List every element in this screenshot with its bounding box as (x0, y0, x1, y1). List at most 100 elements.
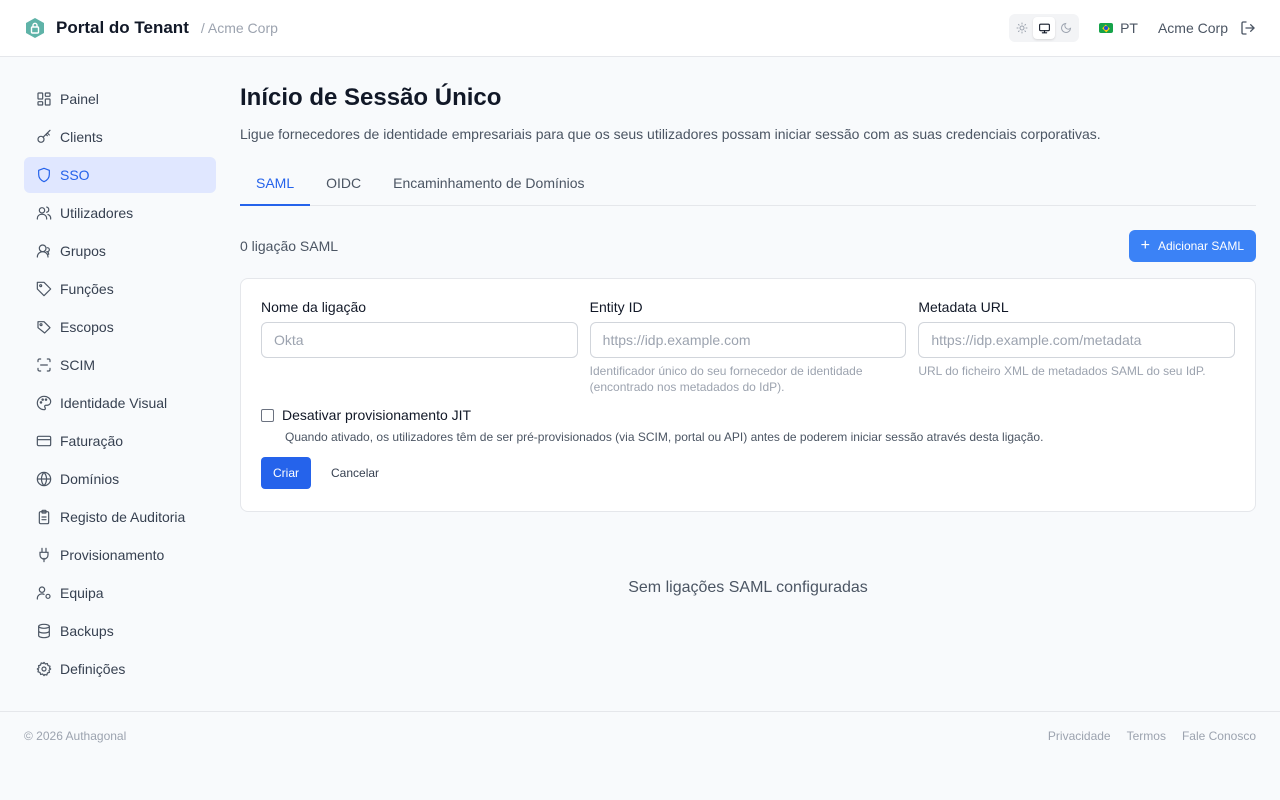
sidebar-item-label: Faturação (60, 433, 124, 449)
gear-icon (36, 661, 52, 677)
plus-icon: + (1140, 237, 1150, 254)
group-icon (36, 243, 52, 259)
credit-card-icon (36, 433, 52, 449)
sidebar-item-label: Definições (60, 661, 126, 677)
sidebar-item-scim[interactable]: SCIM (24, 347, 216, 383)
monitor-icon[interactable] (1033, 17, 1056, 39)
plug-icon (36, 547, 52, 563)
language-label: PT (1120, 20, 1138, 36)
palette-icon (36, 395, 52, 411)
language-selector[interactable]: PT (1099, 20, 1138, 36)
metadata-url-label: Metadata URL (918, 299, 1009, 315)
sidebar-item-backups[interactable]: Backups (24, 613, 216, 649)
jit-label[interactable]: Desativar provisionamento JIT (282, 407, 471, 423)
shield-lock-icon (24, 17, 46, 39)
sidebar-item-definicoes[interactable]: Definições (24, 651, 216, 687)
add-saml-label: Adicionar SAML (1157, 239, 1244, 253)
connections-toolbar: 0 ligação SAML + Adicionar SAML (240, 230, 1256, 262)
sidebar-item-label: Clients (60, 129, 103, 145)
jit-help: Quando ativado, os utilizadores têm de s… (285, 430, 1044, 444)
jit-option: Desativar provisionamento JIT (261, 407, 1235, 423)
database-icon (36, 623, 52, 639)
sidebar-item-faturacao[interactable]: Faturação (24, 423, 216, 459)
sidebar-item-label: Grupos (60, 243, 106, 259)
entity-id-label: Entity ID (589, 299, 643, 315)
connection-count: 0 ligação SAML (240, 238, 339, 254)
sidebar-item-escopos[interactable]: Escopos (24, 309, 216, 345)
sidebar-item-label: Domínios (60, 471, 120, 487)
metadata-url-field: Metadata URL URL do ficheiro XML de meta… (918, 299, 1236, 395)
tenant-name[interactable]: Acme Corp (1158, 20, 1228, 36)
shield-icon (36, 167, 52, 183)
dashboard-icon (36, 91, 52, 107)
top-header: Portal do Tenant / Acme Corp PT Acme Cor… (0, 0, 1280, 57)
sidebar-item-provisionamento[interactable]: Provisionamento (24, 537, 216, 573)
metadata-url-input[interactable] (918, 322, 1236, 358)
sidebar-item-equipa[interactable]: Equipa (24, 575, 216, 611)
connection-name-label: Nome da ligação (261, 299, 367, 315)
tab-oidc[interactable]: OIDC (310, 166, 377, 206)
user-cog-icon (36, 585, 52, 601)
sidebar-item-label: Painel (60, 91, 99, 107)
logout-icon[interactable] (1240, 20, 1256, 36)
sidebar-item-label: Registo de Auditoria (60, 509, 186, 525)
tab-saml[interactable]: SAML (240, 166, 311, 206)
jit-checkbox[interactable] (261, 408, 274, 422)
add-saml-button[interactable]: + Adicionar SAML (1128, 230, 1256, 262)
sidebar-item-label: Utilizadores (60, 205, 134, 221)
page-description: Ligue fornecedores de identidade empresa… (240, 126, 1101, 142)
sidebar: Painel Clients SSO Utilizadores Grupos F… (0, 57, 240, 711)
sidebar-item-identidade-visual[interactable]: Identidade Visual (24, 385, 216, 421)
page-title: Início de Sessão Único (240, 84, 502, 111)
scan-icon (36, 357, 52, 373)
sidebar-item-clients[interactable]: Clients (24, 119, 216, 155)
theme-switcher (1009, 14, 1080, 42)
sidebar-item-label: Provisionamento (60, 547, 165, 563)
entity-id-input[interactable] (589, 322, 907, 358)
sidebar-item-dominios[interactable]: Domínios (24, 461, 216, 497)
app-title: Portal do Tenant (56, 18, 189, 37)
brazil-flag-icon (1099, 23, 1114, 33)
create-button[interactable]: Criar (261, 457, 311, 489)
connection-name-input[interactable] (261, 322, 578, 358)
sidebar-item-label: Funções (60, 281, 114, 297)
sidebar-item-label: Identidade Visual (60, 395, 168, 411)
tab-domain-routing[interactable]: Encaminhamento de Domínios (377, 166, 600, 206)
footer-link-contact[interactable]: Fale Conosco (1182, 729, 1256, 800)
key-icon (36, 129, 52, 145)
moon-icon[interactable] (1055, 17, 1077, 39)
sidebar-item-label: Backups (60, 623, 114, 639)
brand[interactable]: Portal do Tenant / Acme Corp (24, 17, 278, 39)
footer: © 2026 Authagonal Privacidade Termos Fal… (0, 711, 1280, 800)
footer-link-terms[interactable]: Termos (1127, 729, 1166, 800)
sidebar-item-painel[interactable]: Painel (24, 81, 216, 117)
users-icon (36, 205, 52, 221)
sidebar-item-grupos[interactable]: Grupos (24, 233, 216, 269)
entity-id-field: Entity ID Identificador único do seu for… (589, 299, 907, 395)
sidebar-item-utilizadores[interactable]: Utilizadores (24, 195, 216, 231)
main-content: Início de Sessão Único Ligue fornecedore… (240, 57, 1280, 711)
tags-icon (36, 319, 52, 335)
entity-id-help: Identificador único do seu fornecedor de… (589, 364, 863, 394)
globe-icon (36, 471, 52, 487)
sun-icon[interactable] (1011, 17, 1033, 39)
footer-link-privacy[interactable]: Privacidade (1048, 729, 1111, 800)
clipboard-icon (36, 509, 52, 525)
sidebar-item-funcoes[interactable]: Funções (24, 271, 216, 307)
empty-state: Sem ligações SAML configuradas (628, 579, 868, 596)
sidebar-item-label: Equipa (60, 585, 104, 601)
sidebar-item-registo-auditoria[interactable]: Registo de Auditoria (24, 499, 216, 535)
form-actions: Criar Cancelar (261, 457, 1235, 489)
tab-bar: SAML OIDC Encaminhamento de Domínios (240, 166, 1256, 206)
metadata-url-help: URL do ficheiro XML de metadados SAML do… (918, 364, 1206, 378)
sidebar-item-label: SSO (60, 167, 90, 183)
connection-name-field: Nome da ligação (261, 299, 578, 395)
saml-form-card: Nome da ligação Entity ID Identificador … (240, 278, 1256, 512)
tenant-breadcrumb: / Acme Corp (200, 20, 278, 36)
cancel-button[interactable]: Cancelar (331, 466, 379, 480)
tag-icon (36, 281, 52, 297)
sidebar-item-label: Escopos (60, 319, 114, 335)
copyright: © 2026 Authagonal (24, 729, 127, 743)
sidebar-item-sso[interactable]: SSO (24, 157, 216, 193)
sidebar-item-label: SCIM (60, 357, 95, 373)
